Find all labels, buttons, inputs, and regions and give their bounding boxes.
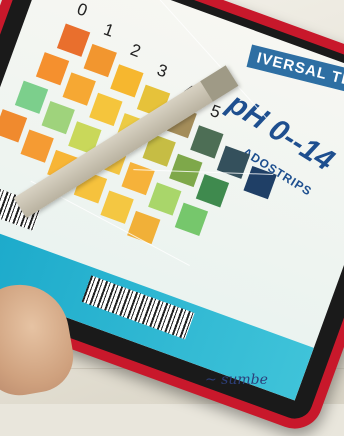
color-swatch	[127, 210, 161, 245]
color-swatch	[148, 182, 182, 216]
color-swatch	[20, 129, 54, 163]
color-swatch	[0, 109, 28, 143]
color-swatch	[89, 92, 123, 127]
scale-number: 2	[127, 39, 144, 62]
color-swatch	[190, 125, 224, 159]
color-swatch	[110, 64, 144, 98]
scale-number: 3	[154, 60, 170, 82]
color-swatch	[174, 202, 209, 236]
color-swatch	[100, 190, 134, 224]
color-swatch	[35, 52, 70, 86]
scale-number: 0	[74, 0, 90, 21]
color-swatch	[62, 72, 96, 106]
color-swatch	[41, 100, 75, 135]
handwritten-note: ~ sumbe	[205, 372, 268, 388]
scale-number: 1	[101, 19, 117, 41]
color-swatch	[56, 23, 91, 57]
color-swatch	[83, 43, 117, 78]
photo-scene: IVERSAL TEST P pH 0--14 ADOSTRIPS 0 1 2 …	[0, 0, 344, 436]
color-swatch	[121, 161, 155, 196]
chart-banner: IVERSAL TEST P	[246, 44, 344, 104]
scale-number: 5	[207, 100, 224, 123]
color-swatch	[14, 80, 49, 114]
color-swatch	[195, 174, 230, 208]
